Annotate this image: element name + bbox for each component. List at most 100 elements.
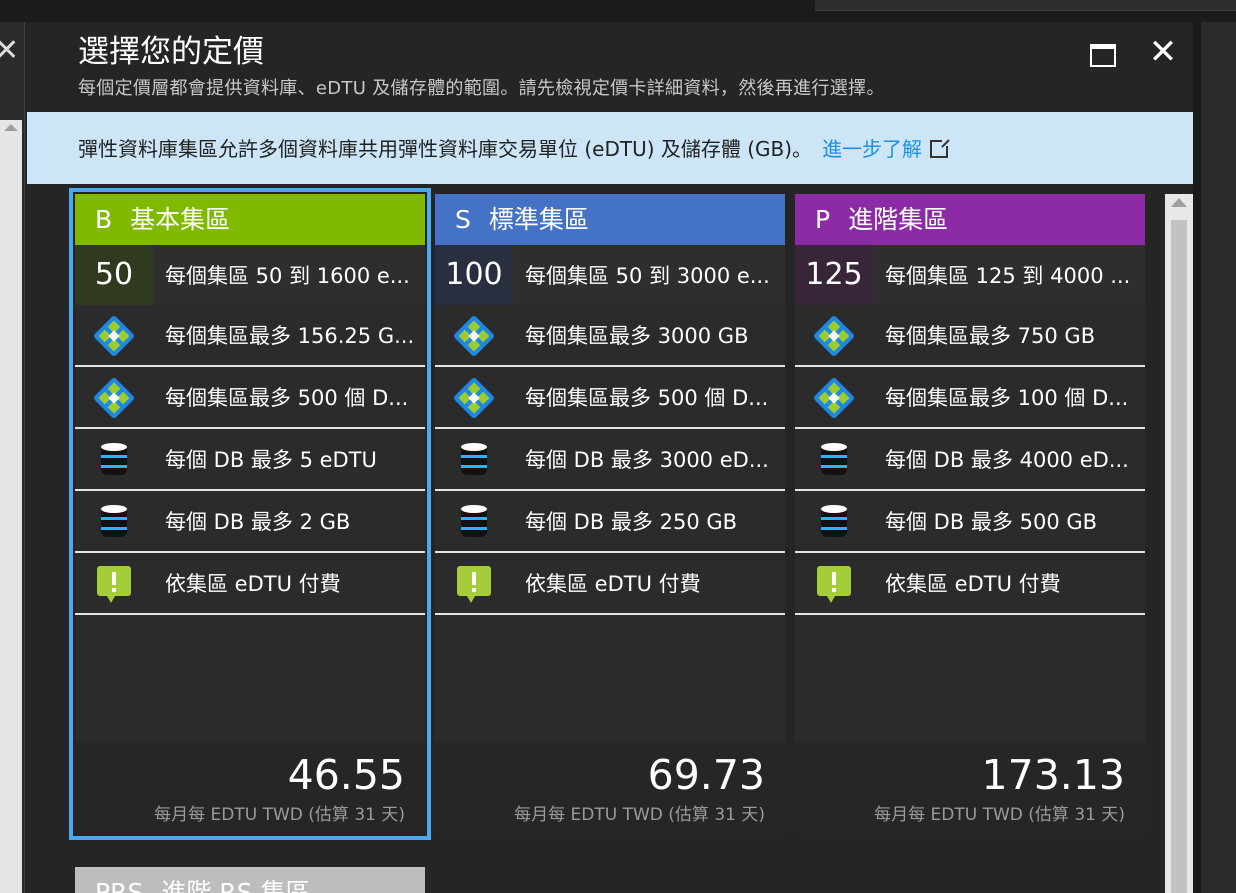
card-row-label: 每個 DB 最多 4000 eD... bbox=[885, 448, 1129, 472]
card-row-label: 依集區 eDTU 付費 bbox=[885, 572, 1061, 596]
database-icon bbox=[795, 429, 873, 489]
card-row-label: 每個集區 125 到 4000 ... bbox=[885, 264, 1131, 288]
card-row-label: 每個 DB 最多 5 eDTU bbox=[165, 448, 377, 472]
card-edtu-number: 50 bbox=[75, 245, 153, 305]
card-row: 每個集區最多 100 個 D... bbox=[795, 367, 1145, 429]
card-row-label: 每個 DB 最多 500 GB bbox=[885, 510, 1098, 534]
maximize-icon bbox=[1090, 44, 1116, 67]
card-row-label: 每個集區最多 3000 GB bbox=[525, 324, 749, 348]
top-right-bar bbox=[815, 0, 1236, 11]
card-row-edtu-range: 125 每個集區 125 到 4000 ... bbox=[795, 245, 1145, 305]
blade-header: 選擇您的定價 每個定價層都會提供資料庫、eDTU 及儲存體的範圍。請先檢視定價卡… bbox=[27, 22, 1193, 112]
card-edtu-number: 100 bbox=[435, 245, 513, 305]
pool-icon bbox=[795, 367, 873, 427]
page-title: 選擇您的定價 bbox=[78, 34, 264, 70]
card-row: 每個 DB 最多 4000 eD... bbox=[795, 429, 1145, 491]
card-tier-letter: S bbox=[455, 205, 471, 234]
card-row-label: 每個集區最多 500 個 D... bbox=[525, 386, 769, 410]
card-row-label: 每個集區 50 到 1600 e... bbox=[165, 264, 410, 288]
database-icon bbox=[75, 429, 153, 489]
card-header: B 基本集區 bbox=[75, 194, 425, 245]
card-tier-letter: PRS bbox=[95, 878, 144, 893]
pricing-card-premium[interactable]: P 進階集區 125 每個集區 125 到 4000 ... 每個集區最多 750 GB… bbox=[795, 194, 1145, 834]
vertical-scrollbar[interactable] bbox=[1165, 194, 1193, 893]
database-icon bbox=[795, 491, 873, 551]
card-tier-name: 進階 RS 集區 bbox=[161, 878, 311, 893]
card-row: 每個 DB 最多 3000 eD... bbox=[435, 429, 785, 491]
card-header: S 標準集區 bbox=[435, 194, 785, 245]
card-row: 每個集區最多 750 GB bbox=[795, 305, 1145, 367]
card-price-unit: 每月每 EDTU TWD (估算 31 天) bbox=[874, 805, 1125, 825]
card-row-edtu-range: 50 每個集區 50 到 1600 e... bbox=[75, 245, 425, 305]
pool-icon bbox=[435, 305, 513, 365]
card-row-label: 每個 DB 最多 250 GB bbox=[525, 510, 738, 534]
card-row-label: 每個 DB 最多 3000 eD... bbox=[525, 448, 769, 472]
database-icon bbox=[435, 491, 513, 551]
card-row: 每個集區最多 500 個 D... bbox=[75, 367, 425, 429]
close-icon: ✕ bbox=[1148, 32, 1178, 72]
info-text: 彈性資料庫集區允許多個資料庫共用彈性資料庫交易單位 (eDTU) 及儲存體 (G… bbox=[78, 137, 813, 161]
left-panel-scrollbar[interactable] bbox=[0, 120, 22, 893]
pool-icon bbox=[435, 367, 513, 427]
card-row-label: 依集區 eDTU 付費 bbox=[525, 572, 701, 596]
card-row-label: 每個集區最多 500 個 D... bbox=[165, 386, 409, 410]
card-row-label: 每個集區最多 156.25 G... bbox=[165, 324, 415, 348]
info-text-wrap: 彈性資料庫集區允許多個資料庫共用彈性資料庫交易單位 (eDTU) 及儲存體 (G… bbox=[78, 136, 951, 162]
card-tier-letter: B bbox=[95, 205, 113, 234]
card-row: 每個集區最多 156.25 G... bbox=[75, 305, 425, 367]
alert-icon bbox=[75, 553, 153, 613]
pricing-card-standard[interactable]: S 標準集區 100 每個集區 50 到 3000 e... 每個集區最多 3000 G… bbox=[435, 194, 785, 834]
right-gap bbox=[1193, 22, 1201, 893]
card-row: 每個 DB 最多 5 eDTU bbox=[75, 429, 425, 491]
left-panel: ✕ bbox=[0, 22, 25, 893]
scrollbar-thumb[interactable] bbox=[1171, 220, 1187, 893]
card-row: 每個集區最多 3000 GB bbox=[435, 305, 785, 367]
card-price-unit: 每月每 EDTU TWD (估算 31 天) bbox=[514, 805, 765, 825]
card-price: 46.55 bbox=[287, 751, 405, 799]
external-link-icon[interactable] bbox=[930, 138, 951, 158]
page-subtitle: 每個定價層都會提供資料庫、eDTU 及儲存體的範圍。請先檢視定價卡詳細資料，然後… bbox=[78, 78, 885, 99]
card-price-unit: 每月每 EDTU TWD (估算 31 天) bbox=[154, 805, 405, 825]
scroll-up-arrow-icon[interactable] bbox=[1171, 198, 1187, 207]
alert-icon bbox=[435, 553, 513, 613]
window-top-strip bbox=[0, 0, 1236, 22]
maximize-button[interactable] bbox=[1090, 42, 1118, 68]
pool-icon bbox=[75, 305, 153, 365]
pool-icon bbox=[795, 305, 873, 365]
left-panel-close-icon[interactable]: ✕ bbox=[0, 36, 19, 66]
card-tier-name: 進階集區 bbox=[848, 205, 949, 234]
card-row-label: 每個 DB 最多 2 GB bbox=[165, 510, 351, 534]
card-row: 依集區 eDTU 付費 bbox=[75, 553, 425, 615]
card-header: PRS 進階 RS 集區 bbox=[75, 867, 425, 893]
card-tier-letter: P bbox=[815, 205, 831, 234]
database-icon bbox=[75, 491, 153, 551]
right-panel bbox=[1201, 22, 1236, 893]
scroll-up-arrow-icon[interactable] bbox=[4, 124, 18, 131]
card-header: P 進階集區 bbox=[795, 194, 1145, 245]
card-edtu-number: 125 bbox=[795, 245, 873, 305]
card-price: 69.73 bbox=[647, 751, 765, 799]
info-banner: 彈性資料庫集區允許多個資料庫共用彈性資料庫交易單位 (eDTU) 及儲存體 (G… bbox=[27, 112, 1193, 184]
card-tier-name: 基本集區 bbox=[130, 205, 231, 234]
pool-icon bbox=[75, 367, 153, 427]
card-row: 每個集區最多 500 個 D... bbox=[435, 367, 785, 429]
pricing-cards-area: B 基本集區 50 每個集區 50 到 1600 e... 每個集區最多 156.25 … bbox=[27, 184, 1193, 893]
close-button[interactable]: ✕ bbox=[1147, 34, 1179, 70]
card-row-label: 每個集區 50 到 3000 e... bbox=[525, 264, 770, 288]
card-row: 依集區 eDTU 付費 bbox=[435, 553, 785, 615]
card-price: 173.13 bbox=[981, 751, 1125, 799]
card-row: 每個 DB 最多 500 GB bbox=[795, 491, 1145, 553]
card-row: 每個 DB 最多 250 GB bbox=[435, 491, 785, 553]
card-row-label: 依集區 eDTU 付費 bbox=[165, 572, 341, 596]
pricing-card-prs[interactable]: PRS 進階 RS 集區 bbox=[75, 867, 425, 893]
learn-more-link[interactable]: 進一步了解 bbox=[822, 137, 922, 161]
card-row-label: 每個集區最多 100 個 D... bbox=[885, 386, 1129, 410]
card-row: 依集區 eDTU 付費 bbox=[795, 553, 1145, 615]
pricing-blade: 選擇您的定價 每個定價層都會提供資料庫、eDTU 及儲存體的範圍。請先檢視定價卡… bbox=[27, 22, 1193, 893]
card-row-edtu-range: 100 每個集區 50 到 3000 e... bbox=[435, 245, 785, 305]
card-row: 每個 DB 最多 2 GB bbox=[75, 491, 425, 553]
database-icon bbox=[435, 429, 513, 489]
pricing-card-basic[interactable]: B 基本集區 50 每個集區 50 到 1600 e... 每個集區最多 156.25 … bbox=[69, 188, 431, 840]
card-tier-name: 標準集區 bbox=[488, 205, 589, 234]
card-row-label: 每個集區最多 750 GB bbox=[885, 324, 1096, 348]
